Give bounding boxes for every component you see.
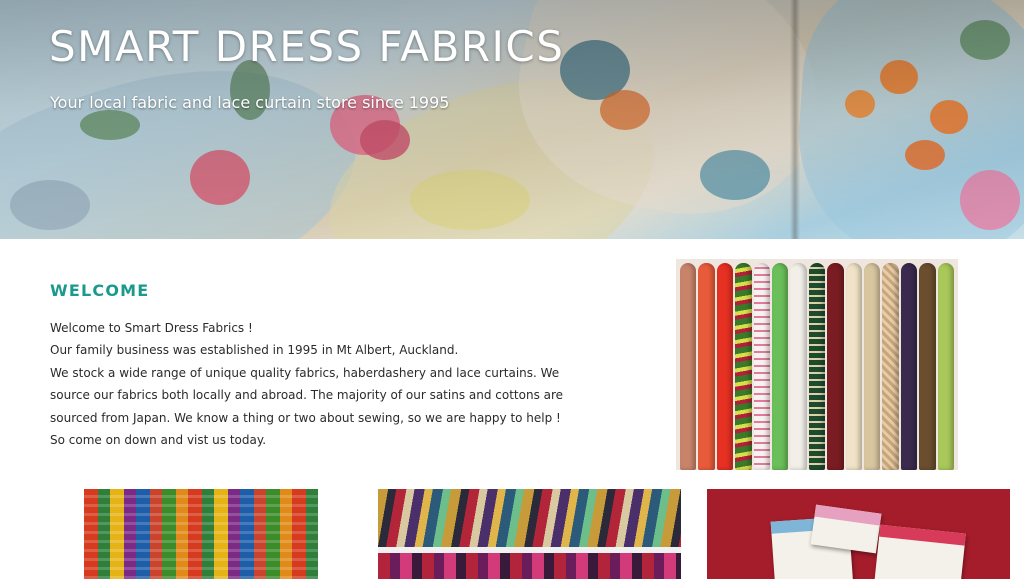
- welcome-line: sourced from Japan. We know a thing or t…: [50, 410, 561, 425]
- printed-fabrics-image: [84, 489, 318, 579]
- welcome-line: Our family business was established in 1…: [50, 343, 459, 358]
- sewing-magazines-image: [707, 489, 1010, 579]
- hero-banner: SMART DRESS FABRICS Your local fabric an…: [0, 0, 1024, 239]
- welcome-line: So come on down and vist us today.: [50, 433, 267, 448]
- welcome-line: Welcome to Smart Dress Fabrics !: [50, 321, 253, 335]
- welcome-heading: WELCOME: [50, 281, 150, 300]
- fabric-rolls-image: [676, 259, 958, 470]
- site-title: SMART DRESS FABRICS: [49, 22, 565, 71]
- fabric-shelves-image: [378, 489, 681, 579]
- welcome-line: We stock a wide range of unique quality …: [50, 365, 560, 380]
- welcome-line: source our fabrics both locally and abro…: [50, 388, 564, 403]
- site-tagline: Your local fabric and lace curtain store…: [50, 93, 450, 112]
- welcome-text: Welcome to Smart Dress Fabrics ! Our fam…: [50, 317, 610, 451]
